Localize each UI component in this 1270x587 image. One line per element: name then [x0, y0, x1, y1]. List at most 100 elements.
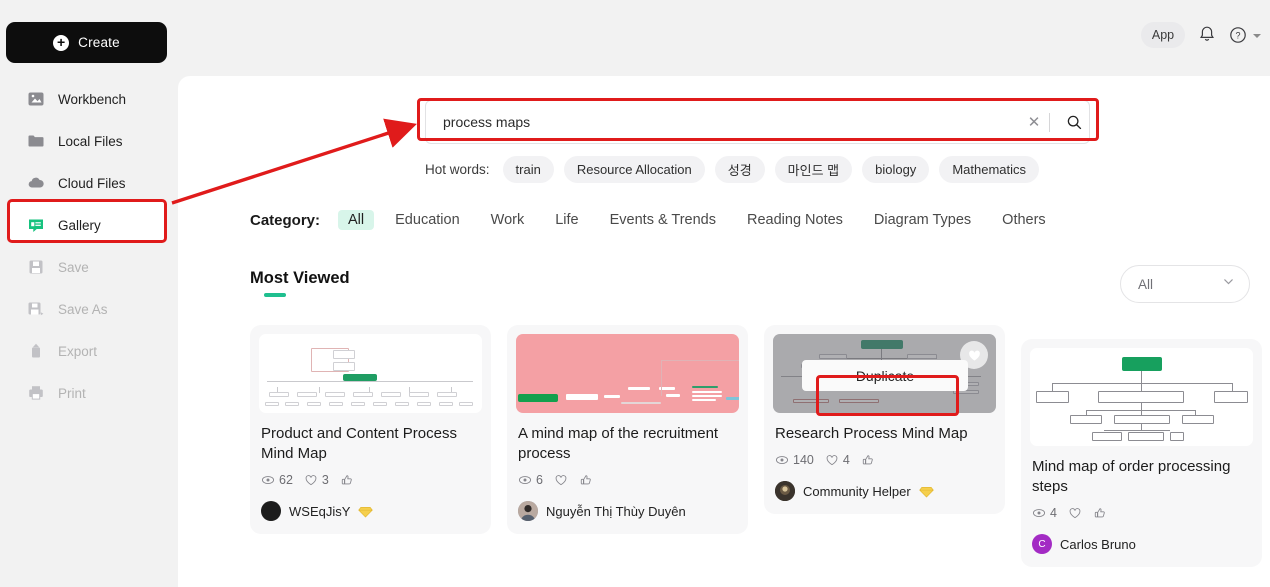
close-x-icon[interactable]: ✕ [1023, 113, 1045, 131]
avatar [261, 501, 281, 521]
sidebar-item-workbench[interactable]: Workbench [0, 78, 178, 120]
card-author[interactable]: C Carlos Bruno [1032, 534, 1251, 567]
card-body: Mind map of order processing steps 4 C C… [1030, 446, 1253, 567]
template-card[interactable]: Duplicate Research Process Mind Map 140 … [764, 325, 1005, 514]
thumbnail-artwork [259, 334, 482, 413]
sort-filter-value: All [1138, 276, 1154, 292]
likes-count: 4 [842, 453, 850, 467]
bell-icon[interactable] [1197, 24, 1217, 46]
card-title: Research Process Mind Map [775, 425, 968, 442]
card-author[interactable]: Nguyễn Thị Thùy Duyên [518, 501, 737, 534]
thumbs-stat[interactable] [579, 473, 593, 487]
template-card[interactable]: Product and Content Process Mind Map 62 … [250, 325, 491, 534]
cloud-icon [27, 174, 45, 192]
category-tab-all[interactable]: All [338, 210, 375, 230]
thumbs-stat[interactable] [1093, 506, 1107, 520]
hot-word-chip[interactable]: Resource Allocation [563, 156, 705, 183]
card-author[interactable]: Community Helper [775, 481, 994, 514]
hot-word-chip[interactable]: biology [862, 156, 930, 183]
chevron-down-icon[interactable] [1253, 34, 1261, 38]
heart-icon [1069, 508, 1081, 519]
template-thumbnail [516, 334, 739, 413]
likes-stat: 3 [304, 473, 329, 487]
hot-word-chip[interactable]: 성경 [714, 156, 765, 183]
question-circle-icon[interactable]: ? [1228, 24, 1248, 46]
sidebar-item-label: Print [58, 385, 86, 401]
create-button[interactable]: + Create [6, 22, 167, 63]
template-card[interactable]: Mind map of order processing steps 4 C C… [1021, 339, 1262, 567]
sidebar-item-local-files[interactable]: Local Files [0, 120, 178, 162]
card-title: A mind map of the recruitment process [518, 425, 719, 462]
export-icon [27, 342, 45, 360]
avatar [518, 501, 538, 521]
hot-words-row: Hot words: train Resource Allocation 성경 … [425, 156, 1040, 183]
section-title: Most Viewed [250, 269, 350, 287]
eye-icon [775, 456, 789, 464]
category-tab-diagram-types[interactable]: Diagram Types [864, 210, 981, 230]
author-name: Nguyễn Thị Thùy Duyên [546, 503, 686, 519]
heart-icon [555, 475, 567, 486]
author-name: WSEqJisY [289, 503, 351, 519]
sidebar-item-print[interactable]: Print [0, 372, 178, 414]
likes-stat: 4 [825, 453, 850, 467]
sidebar-item-save[interactable]: Save [0, 246, 178, 288]
card-title: Mind map of order processing steps [1032, 458, 1231, 495]
eye-icon [518, 476, 532, 484]
category-tab-life[interactable]: Life [545, 210, 588, 230]
hot-word-chip[interactable]: train [502, 156, 554, 183]
duplicate-button[interactable]: Duplicate [802, 360, 968, 391]
avatar-letter: C [1038, 538, 1046, 550]
likes-stat [1068, 506, 1082, 520]
sidebar-item-label: Cloud Files [58, 175, 126, 191]
sidebar-nav: Workbench Local Files Cloud Files Galler… [0, 78, 178, 414]
avatar [775, 481, 795, 501]
plus-circle-icon: + [53, 34, 70, 51]
views-stat: 62 [261, 473, 293, 487]
views-stat: 4 [1032, 506, 1057, 520]
author-name: Carlos Bruno [1060, 536, 1136, 552]
thumbnail-artwork [1030, 348, 1253, 446]
eye-icon [1032, 509, 1046, 517]
folder-icon [27, 132, 45, 150]
section-header: Most Viewed [250, 269, 350, 297]
search-button[interactable] [1059, 114, 1089, 131]
thumbs-up-icon [580, 475, 591, 485]
sidebar-item-label: Gallery [58, 217, 101, 233]
sidebar-item-gallery[interactable]: Gallery [0, 204, 178, 246]
category-row: Category: All Education Work Life Events… [250, 210, 1067, 230]
save-as-icon [27, 300, 45, 318]
sidebar-item-label: Save As [58, 301, 108, 317]
category-tab-work[interactable]: Work [481, 210, 535, 230]
sidebar-item-export[interactable]: Export [0, 330, 178, 372]
topbar: App ? [178, 0, 1270, 76]
card-stats: 62 3 [261, 473, 480, 487]
chevron-down-icon [1222, 275, 1235, 293]
heart-icon [305, 475, 317, 486]
category-tab-reading-notes[interactable]: Reading Notes [737, 210, 853, 230]
sort-filter-select[interactable]: All [1120, 265, 1250, 303]
thumbs-up-icon [862, 455, 873, 465]
gallery-icon [27, 216, 45, 234]
app-button[interactable]: App [1141, 22, 1185, 48]
category-tab-events-trends[interactable]: Events & Trends [600, 210, 726, 230]
search-input[interactable] [426, 114, 1023, 130]
heart-icon [826, 455, 838, 466]
sidebar-item-label: Workbench [58, 91, 127, 107]
thumbs-stat[interactable] [861, 453, 875, 467]
views-count: 140 [793, 453, 814, 467]
sidebar-item-save-as[interactable]: Save As [0, 288, 178, 330]
card-title: Product and Content Process Mind Map [261, 425, 457, 462]
hot-word-chip[interactable]: 마인드 맵 [774, 156, 853, 183]
thumbs-stat[interactable] [340, 473, 354, 487]
category-tab-others[interactable]: Others [992, 210, 1056, 230]
likes-count: 3 [321, 473, 329, 487]
hot-word-chip[interactable]: Mathematics [939, 156, 1040, 183]
divider [1049, 112, 1050, 132]
views-count: 4 [1050, 506, 1057, 520]
sidebar-item-cloud-files[interactable]: Cloud Files [0, 162, 178, 204]
card-author[interactable]: WSEqJisY [261, 501, 480, 534]
template-card[interactable]: A mind map of the recruitment process 6 [507, 325, 748, 534]
category-tab-education[interactable]: Education [385, 210, 470, 230]
sidebar-item-label: Save [58, 259, 89, 275]
sidebar: + Create Workbench Local Files Cloud Fil… [0, 0, 178, 587]
